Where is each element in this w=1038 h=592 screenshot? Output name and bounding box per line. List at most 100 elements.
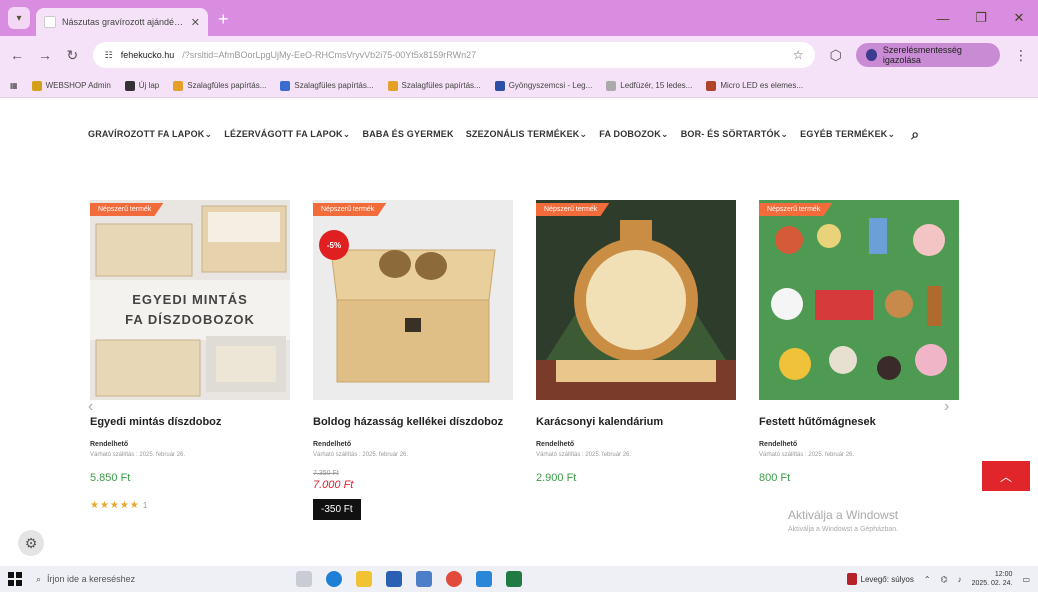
tab-search-icon[interactable]: ▾ (8, 7, 30, 29)
site-search-icon[interactable]: ⌕ (911, 126, 919, 143)
nav-item-label: BABA ÉS GYERMEK (362, 129, 454, 139)
apps-grid-icon[interactable]: ▦ (10, 81, 18, 90)
nav-item[interactable]: FA DOBOZOK⌄ (599, 129, 668, 140)
product-image[interactable]: Népszerű termék (536, 200, 736, 400)
taskbar-apps (296, 571, 522, 587)
nav-item[interactable]: GRAVÍROZOTT FA LAPOK⌄ (88, 129, 212, 140)
task-view-icon[interactable] (296, 571, 312, 587)
excel-icon[interactable] (506, 571, 522, 587)
chrome-icon[interactable] (446, 571, 462, 587)
site-info-icon[interactable]: ☷ (105, 50, 113, 61)
url-path: /?srsltid=AfmBOorLpgUjMy-EeO-RHCmsVryvVb… (182, 50, 477, 60)
carousel-prev-icon[interactable]: ‹ (88, 398, 93, 416)
nav-item-label: SZEZONÁLIS TERMÉKEK (465, 128, 580, 139)
bookmark-star-icon[interactable]: ☆ (793, 48, 804, 62)
nav-item[interactable]: BABA ÉS GYERMEK (363, 129, 454, 139)
photos-icon[interactable] (416, 571, 432, 587)
tray-chevron-icon[interactable]: ⌃ (924, 575, 931, 584)
shipping-note: Várható szállítás : 2025. február 26. (313, 452, 409, 458)
minimize-icon[interactable]: — (924, 0, 962, 36)
bookmark-item[interactable]: Szalagfüles papírtás... (387, 80, 481, 91)
bookmark-item[interactable]: Ledfüzér, 15 ledes... (606, 80, 693, 91)
original-price: 7.350 Ft (313, 470, 339, 477)
clock-time: 12:00 (994, 571, 1013, 578)
profile-button[interactable]: Szerelésmentesség igazolása (856, 43, 1000, 67)
nav-item[interactable]: EGYÉB TERMÉKEK⌄ (800, 129, 895, 140)
maximize-icon[interactable]: ❐ (962, 0, 1000, 36)
outlook-icon[interactable] (476, 571, 492, 587)
product-image[interactable]: Népszerű termék EGYEDI MINTÁS FA DÍSZDOB… (90, 200, 290, 400)
taskbar-search[interactable]: ⌕ Írjon ide a kereséshez (36, 574, 256, 585)
search-icon: ⌕ (36, 573, 42, 584)
weather-text: Levegő: súlyos (860, 574, 914, 584)
file-explorer-icon[interactable] (356, 571, 372, 587)
windows-start-icon[interactable] (8, 572, 22, 586)
chevron-down-icon: ⌄ (660, 128, 669, 139)
scroll-to-top-button[interactable]: ︿ (982, 461, 1030, 491)
saving-label: -350 Ft (313, 499, 361, 520)
bookmark-item[interactable]: Gyöngyszemcsi - Leg... (494, 80, 592, 91)
network-icon[interactable]: ⌬ (941, 575, 948, 584)
product-name[interactable]: Egyedi mintás díszdoboz (90, 414, 290, 431)
bookmark-item[interactable]: Új lap (124, 80, 159, 91)
edge-icon[interactable] (326, 571, 342, 587)
nav-item[interactable]: SZEZONÁLIS TERMÉKEK⌄ (466, 129, 588, 140)
clock[interactable]: 12:00 2025. 02. 24. (972, 570, 1013, 588)
bookmark-item[interactable]: Szalagfüles papírtás... (280, 80, 374, 91)
forward-arrow-icon[interactable]: → (38, 47, 52, 63)
nav-item[interactable]: LÉZERVÁGOTT FA LAPOK⌄ (224, 129, 350, 140)
shipping-note: Várható szállítás : 2025. február 26. (536, 452, 632, 458)
rating-stars: ★★★★★ 1 (90, 500, 290, 511)
word-icon[interactable] (386, 571, 402, 587)
product-image[interactable]: Népszerű termék (759, 200, 959, 400)
bookmark-item[interactable]: WEBSHOP Admin (31, 80, 111, 91)
tab-close-icon[interactable]: ✕ (191, 16, 200, 29)
chevron-down-icon: ⌄ (780, 128, 789, 139)
bookmark-label: Ledfüzér, 15 ledes... (620, 81, 693, 90)
address-toolbar: ← → ↻ ☷ fehekucko.hu /?srsltid=AfmBOorLp… (0, 36, 1038, 74)
close-icon[interactable]: ✕ (1000, 0, 1038, 36)
menu-kebab-icon[interactable]: ⋮ (1014, 47, 1028, 64)
popular-badge: Népszerű termék (90, 203, 164, 216)
bookmark-label: Szalagfüles papírtás... (294, 81, 374, 90)
bookmarks-bar: ▦ WEBSHOP Admin Új lap Szalagfüles papírtá… (0, 74, 1038, 98)
image-overlay-text: EGYEDI MINTÁS FA DÍSZDOBOZOK (90, 290, 290, 330)
overlay-line-2: FA DÍSZDOBOZOK (125, 312, 255, 327)
activate-subtitle: Aktiválja a Windowst a Gépházban. (788, 526, 899, 533)
weather-widget[interactable]: Levegő: súlyos (846, 573, 914, 585)
product-name[interactable]: Karácsonyi kalendárium (536, 414, 736, 431)
profile-avatar-icon (866, 49, 877, 61)
product-card[interactable]: Népszerű termék Festett hűtőmágnesek Ren… (759, 200, 959, 484)
chevron-up-icon: ︿ (999, 469, 1012, 484)
popular-badge: Népszerű termék (759, 203, 833, 216)
product-name[interactable]: Festett hűtőmágnesek (759, 414, 959, 431)
cookie-settings-gear-icon[interactable]: ⚙ (18, 530, 44, 556)
carousel-next-icon[interactable]: › (944, 398, 949, 416)
profile-label: Szerelésmentesség igazolása (882, 45, 962, 65)
product-card[interactable]: Népszerű termék EGYEDI MINTÁS FA DÍSZDOB… (90, 200, 290, 511)
url-bar[interactable]: ☷ fehekucko.hu /?srsltid=AfmBOorLpgUjMy-… (92, 42, 816, 68)
product-name[interactable]: Boldog házasság kellékei díszdoboz (313, 414, 513, 431)
bookmark-favicon-icon (124, 80, 135, 91)
back-arrow-icon[interactable]: ← (10, 47, 24, 63)
product-card[interactable]: Népszerű termék -5% Boldog házasság kell… (313, 200, 513, 520)
bookmark-item[interactable]: Micro LED es elemes... (706, 80, 803, 91)
availability: Rendelhető (90, 441, 129, 448)
new-tab-button[interactable]: + (218, 9, 229, 30)
extensions-icon[interactable]: ⬡ (829, 47, 842, 64)
nav-item-label: BOR- ÉS SÖRTARTÓK (680, 128, 781, 139)
bookmark-item[interactable]: Szalagfüles papírtás... (173, 80, 266, 91)
tab-favicon-icon (44, 16, 56, 28)
window-controls: — ❐ ✕ (924, 0, 1038, 36)
bookmark-favicon-icon (387, 80, 398, 91)
reload-icon[interactable]: ↻ (66, 47, 79, 64)
browser-tab[interactable]: Nászutas gravírozott ajándék... ✕ (36, 8, 208, 36)
nav-item[interactable]: BOR- ÉS SÖRTARTÓK⌄ (681, 129, 788, 140)
notifications-icon[interactable]: ▭ (1022, 575, 1030, 584)
product-image[interactable]: Népszerű termék -5% (313, 200, 513, 400)
rating-count: 1 (142, 501, 149, 510)
product-card[interactable]: Népszerű termék Karácsonyi kalendárium R… (536, 200, 736, 484)
bookmark-favicon-icon (280, 80, 291, 91)
availability: Rendelhető (313, 441, 352, 448)
volume-icon[interactable]: ♪ (958, 575, 962, 584)
